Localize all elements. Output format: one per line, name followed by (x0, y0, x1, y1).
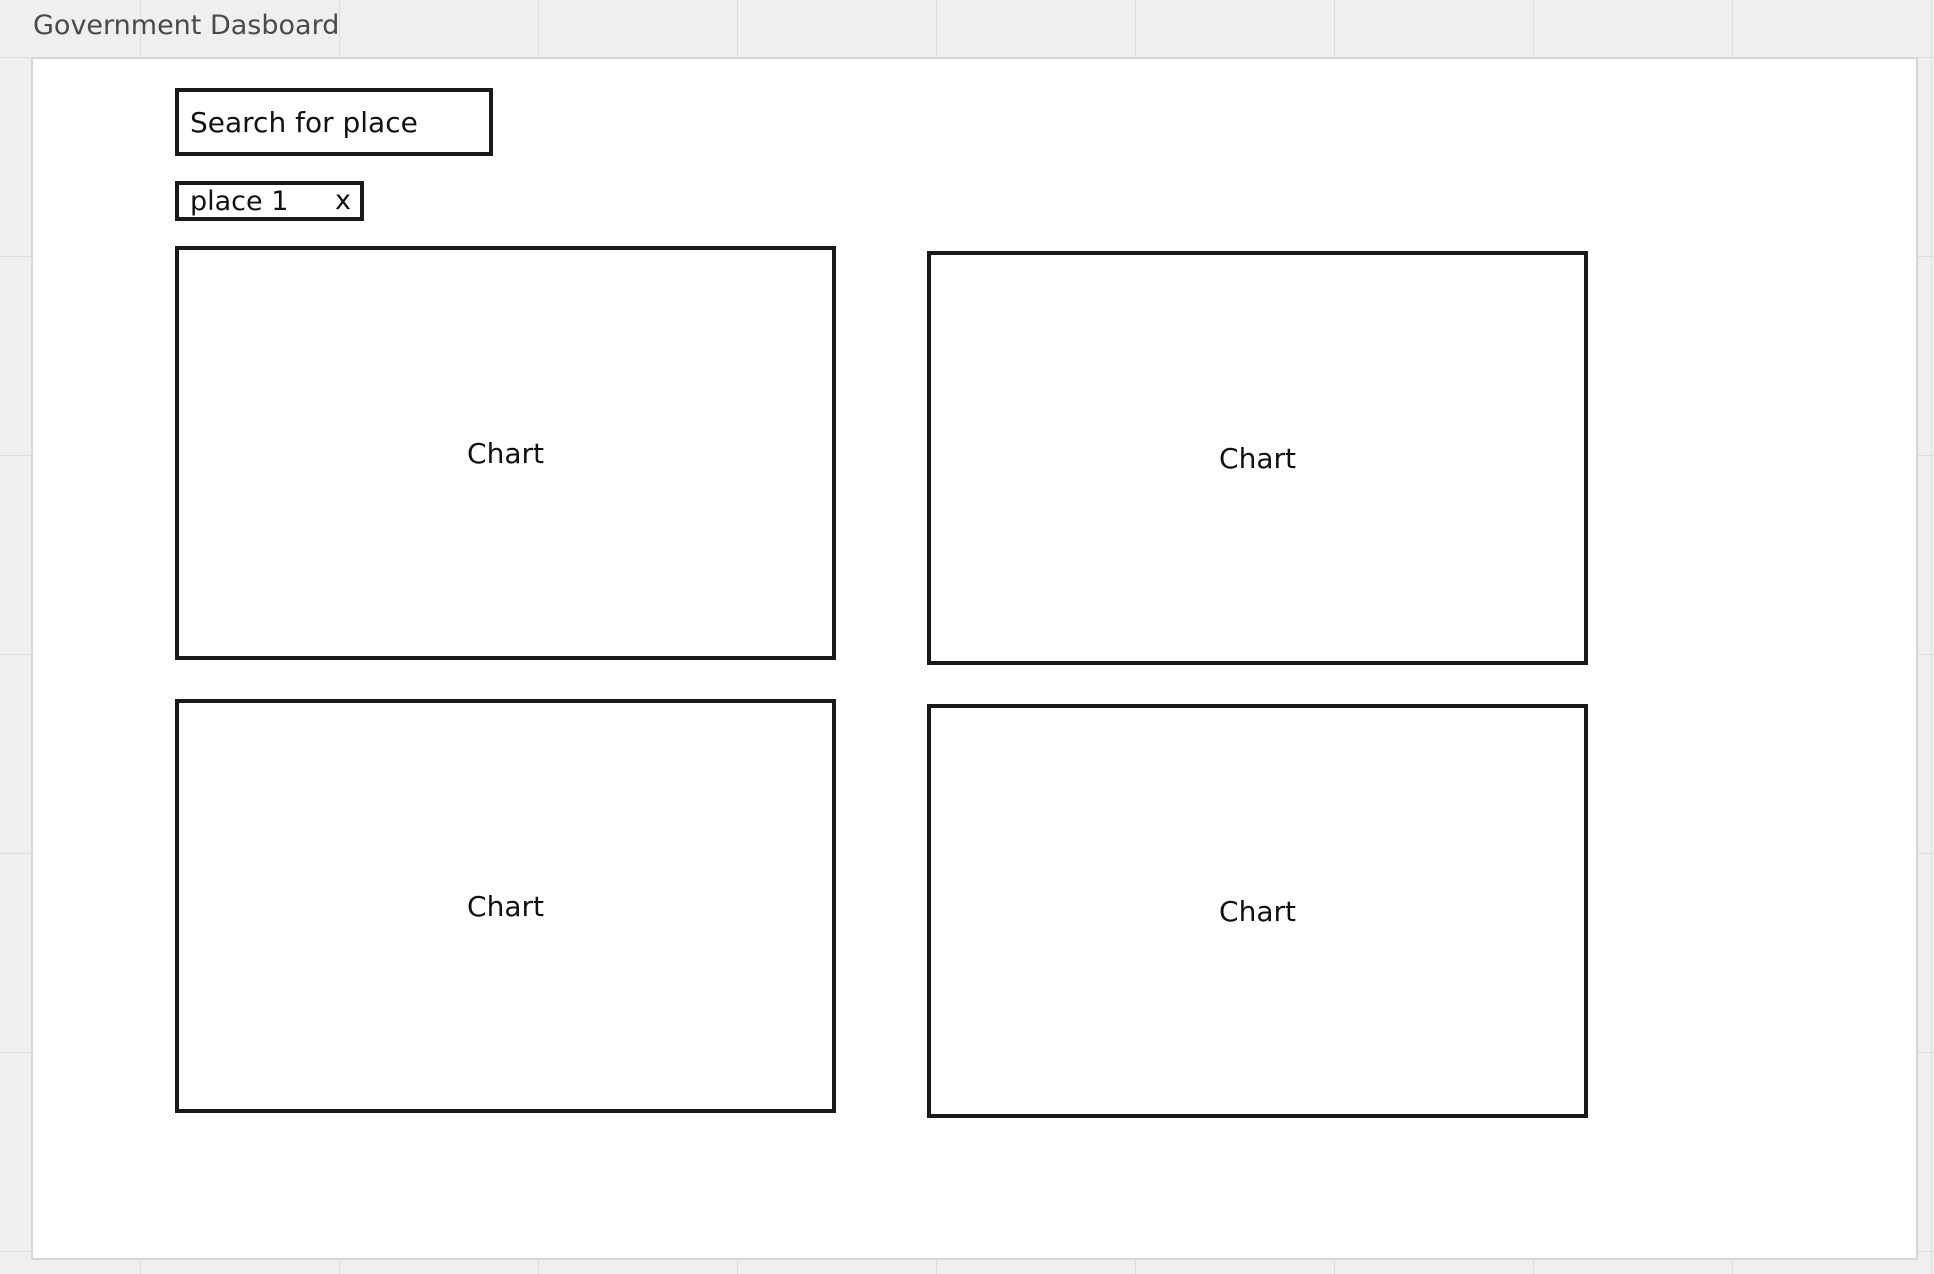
close-icon[interactable]: x (335, 187, 351, 214)
chart-placeholder: Chart (927, 704, 1588, 1118)
chart-placeholder: Chart (175, 246, 836, 660)
search-input[interactable]: Search for place (175, 88, 493, 156)
chart-label: Chart (1219, 441, 1296, 475)
selected-place-chip: place 1 x (175, 181, 364, 221)
chart-label: Chart (467, 436, 544, 470)
board-title: Government Dasboard (33, 10, 340, 41)
chart-placeholder: Chart (927, 251, 1588, 665)
chart-label: Chart (467, 889, 544, 923)
search-placeholder: Search for place (190, 105, 418, 139)
chart-label: Chart (1219, 894, 1296, 928)
chart-placeholder: Chart (175, 699, 836, 1113)
chip-label: place 1 (190, 185, 289, 217)
